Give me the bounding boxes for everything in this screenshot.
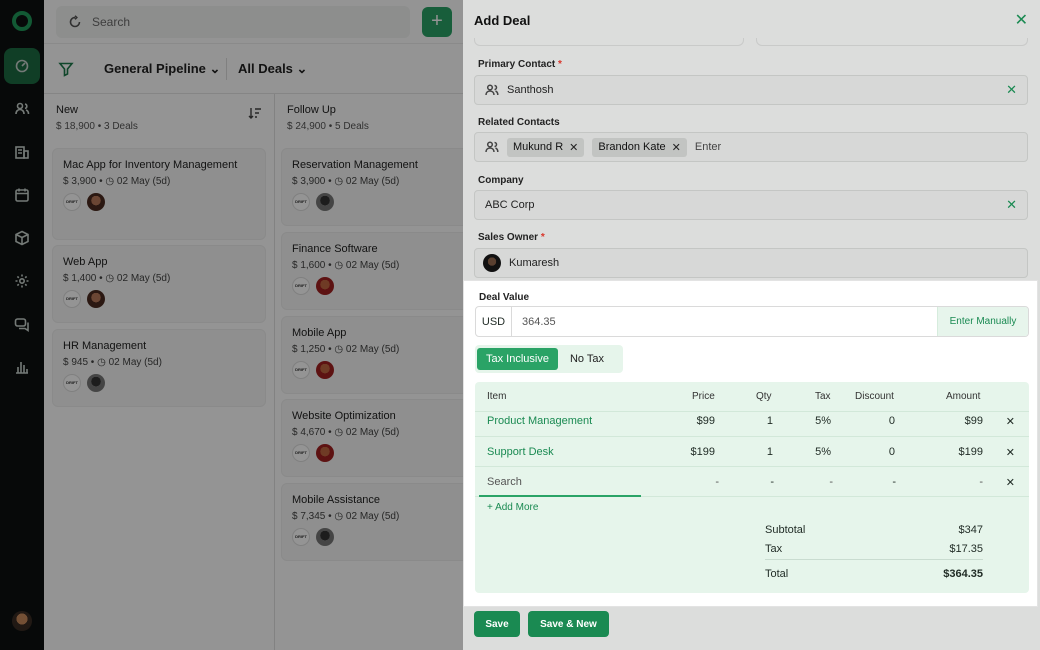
deal-value-input: USD 364.35 Enter Manually (475, 306, 1029, 337)
close-icon[interactable]: ✕ (1015, 10, 1028, 30)
related-contacts-label: Related Contacts (478, 117, 560, 128)
table-row[interactable]: Support Desk $199 1 5% 0 $199 ✕ (475, 437, 1029, 467)
no-tax-option[interactable]: No Tax (558, 353, 616, 365)
primary-contact-label: Primary Contact * (478, 59, 562, 70)
deal-amount-field[interactable]: 364.35 (512, 316, 937, 328)
add-deal-panel: Add Deal ✕ Primary Contact * Santhosh ✕ … (463, 0, 1040, 650)
company-label: Company (478, 175, 524, 186)
table-row[interactable]: Product Management $99 1 5% 0 $99 ✕ (475, 406, 1029, 437)
owner-avatar (483, 254, 501, 272)
clear-icon[interactable]: ✕ (1006, 197, 1017, 213)
contacts-icon (485, 84, 499, 96)
contact-chip[interactable]: Brandon Kate ✕ (592, 137, 687, 157)
item-name[interactable]: Product Management (487, 415, 592, 427)
primary-contact-field[interactable]: Santhosh ✕ (474, 75, 1028, 105)
sales-owner-label: Sales Owner * (478, 232, 545, 243)
related-contacts-field[interactable]: Mukund R ✕ Brandon Kate ✕ Enter (474, 132, 1028, 162)
total-row: Total $364.35 (765, 559, 983, 581)
tax-inclusive-option[interactable]: Tax Inclusive (477, 348, 558, 370)
save-and-new-button[interactable]: Save & New (528, 611, 609, 637)
item-search-input[interactable]: Search (487, 476, 522, 488)
contacts-icon (485, 141, 499, 153)
company-field[interactable]: ABC Corp ✕ (474, 190, 1028, 220)
deal-value-section: Deal Value USD 364.35 Enter Manually Tax… (463, 280, 1038, 607)
panel-title: Add Deal (474, 13, 531, 28)
save-button[interactable]: Save (474, 611, 520, 637)
sales-owner-field[interactable]: Kumaresh (474, 248, 1028, 278)
subtotal-row: Subtotal $347 (765, 524, 983, 536)
line-items-table: Item Price Qty Tax Discount Amount Produ… (475, 382, 1029, 593)
remove-chip-icon[interactable]: ✕ (672, 141, 681, 154)
remove-row-icon[interactable]: ✕ (1006, 415, 1015, 428)
tax-toggle: Tax Inclusive No Tax (475, 345, 623, 373)
contacts-input[interactable]: Enter (695, 141, 721, 153)
panel-header: Add Deal ✕ (463, 0, 1040, 38)
currency-select[interactable]: USD (476, 307, 512, 336)
remove-row-icon[interactable]: ✕ (1006, 446, 1015, 459)
search-item-row: Search - - - - - ✕ (475, 467, 1029, 497)
search-underline (479, 495, 641, 497)
item-name[interactable]: Support Desk (487, 446, 554, 458)
deal-value-label: Deal Value (479, 292, 530, 303)
tax-row: Tax $17.35 (765, 543, 983, 555)
remove-chip-icon[interactable]: ✕ (569, 141, 578, 154)
enter-manually-button[interactable]: Enter Manually (937, 307, 1028, 336)
remove-row-icon[interactable]: ✕ (1006, 476, 1015, 489)
add-more-link[interactable]: + Add More (487, 502, 538, 513)
contact-chip[interactable]: Mukund R ✕ (507, 137, 585, 157)
clear-icon[interactable]: ✕ (1006, 82, 1017, 98)
